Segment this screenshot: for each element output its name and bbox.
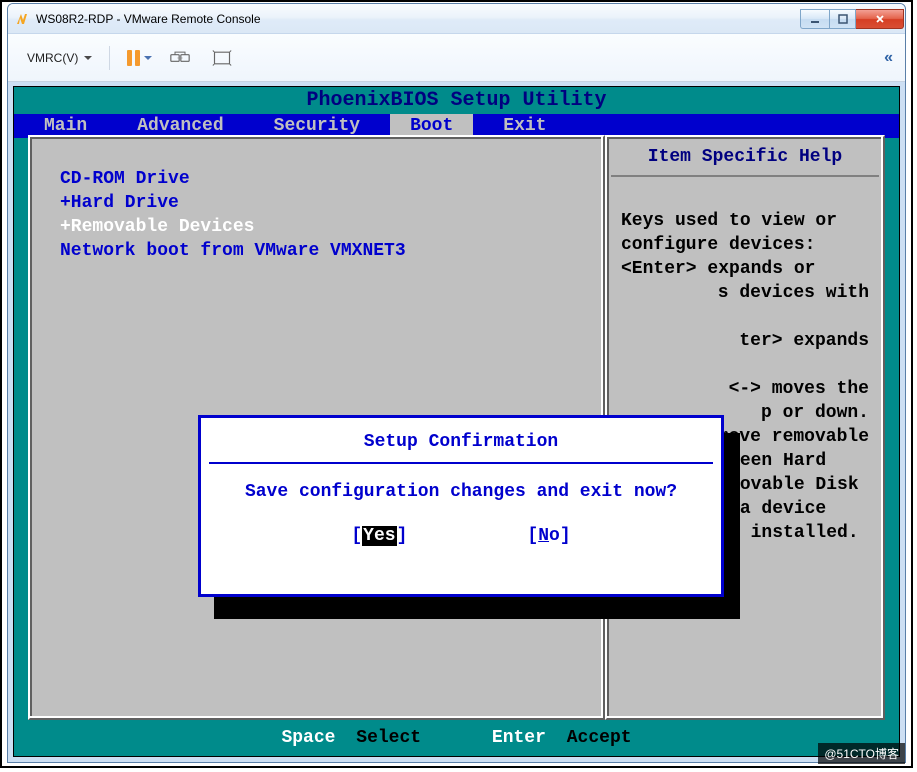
bios-utility-title: PhoenixBIOS Setup Utility — [14, 87, 899, 114]
dialog-yes-button[interactable]: [Yes] — [351, 526, 407, 546]
bios-footer: Space Select Enter Accept — [14, 728, 899, 748]
collapse-toolbar-icon[interactable]: « — [884, 49, 893, 67]
fullscreen-button[interactable] — [203, 44, 241, 72]
footer-key-space: Space — [281, 728, 335, 748]
maximize-button[interactable] — [829, 9, 856, 29]
vm-console-view[interactable]: PhoenixBIOS Setup Utility Main Advanced … — [13, 86, 900, 757]
boot-item-network[interactable]: Network boot from VMware VMXNET3 — [60, 239, 593, 263]
vmrc-toolbar: VMRC(V) « — [8, 34, 905, 82]
window-titlebar[interactable]: WS08R2-RDP - VMware Remote Console — [8, 4, 905, 34]
chevron-down-icon — [144, 56, 152, 64]
boot-item-cdrom[interactable]: CD-ROM Drive — [60, 167, 593, 191]
window-control-buttons — [800, 9, 904, 29]
boot-item-removable[interactable]: +Removable Devices — [60, 215, 593, 239]
vmrc-menu-button[interactable]: VMRC(V) — [18, 44, 101, 72]
toolbar-separator — [109, 46, 110, 70]
footer-key-enter: Enter — [492, 728, 546, 748]
watermark: @51CTO博客 — [818, 743, 905, 764]
pause-icon — [127, 50, 140, 66]
vmware-app-icon — [14, 11, 30, 27]
send-ctrl-alt-del-button[interactable] — [161, 44, 199, 72]
dialog-title: Setup Confirmation — [209, 424, 713, 464]
window-title: WS08R2-RDP - VMware Remote Console — [36, 12, 800, 26]
dialog-no-button[interactable]: [No] — [527, 526, 570, 546]
pause-vm-button[interactable] — [118, 44, 157, 72]
close-button[interactable] — [856, 9, 904, 29]
setup-confirmation-dialog: Setup Confirmation Save configuration ch… — [198, 415, 724, 597]
footer-action-select: Select — [356, 728, 421, 748]
footer-action-accept: Accept — [567, 728, 632, 748]
minimize-button[interactable] — [800, 9, 829, 29]
bios-help-title: Item Specific Help — [611, 141, 879, 177]
boot-item-hdd[interactable]: +Hard Drive — [60, 191, 593, 215]
vmware-remote-console-window: WS08R2-RDP - VMware Remote Console VMRC(… — [7, 3, 906, 763]
dialog-message: Save configuration changes and exit now? — [203, 464, 719, 526]
